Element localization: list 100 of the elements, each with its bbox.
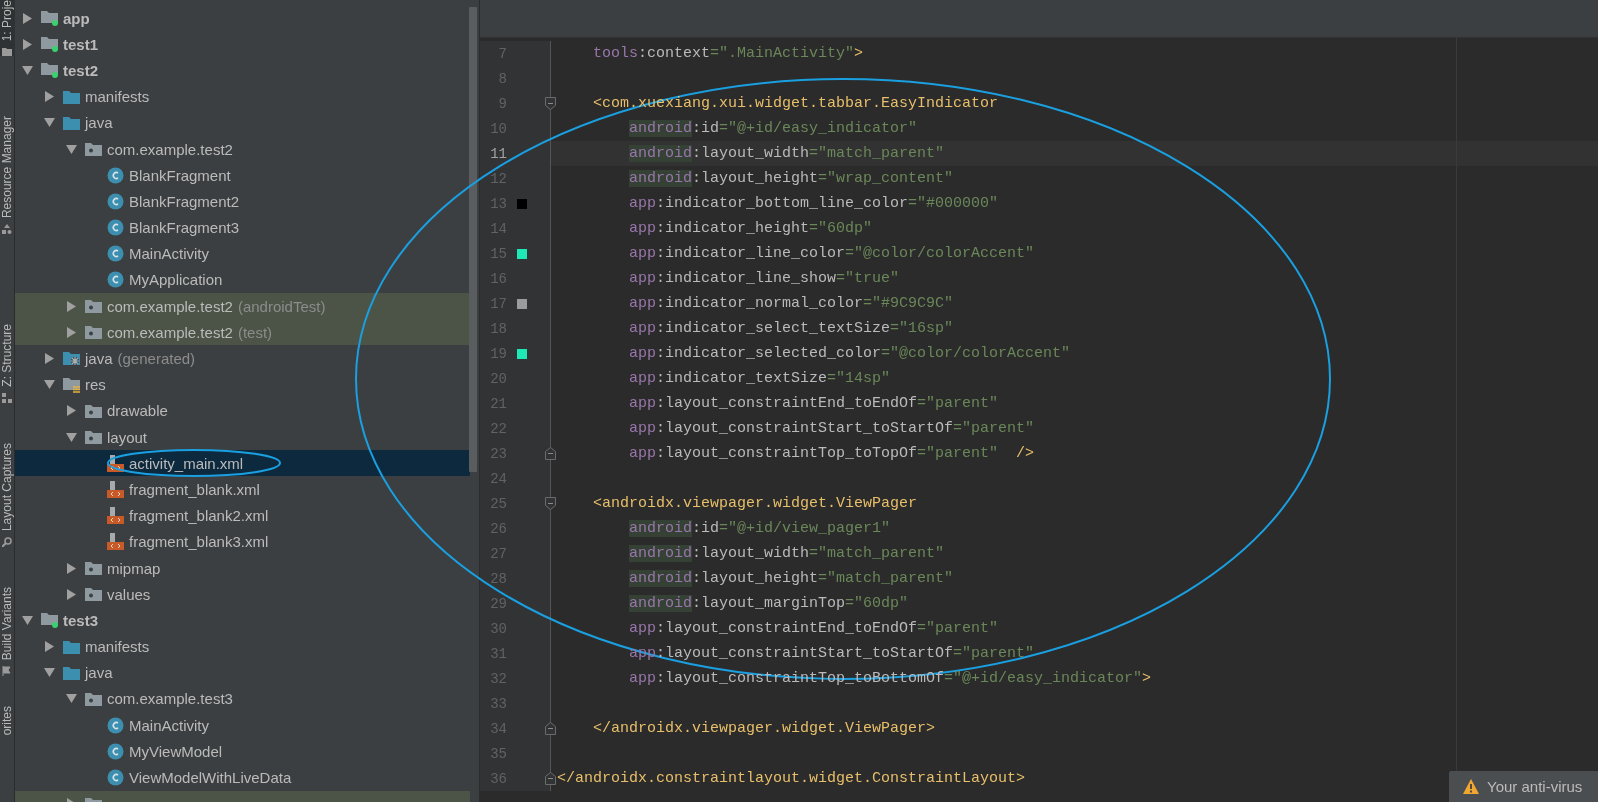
tree-item-label: java xyxy=(85,350,113,368)
class-icon xyxy=(107,769,124,787)
caret-down-icon[interactable] xyxy=(21,64,33,76)
caret-down-icon[interactable] xyxy=(65,431,77,443)
tree-row[interactable]: test1 xyxy=(15,31,470,58)
tool-window-tab[interactable]: Z: Structure xyxy=(0,324,15,404)
tree-row[interactable]: manifests xyxy=(15,83,470,110)
tree-row[interactable]: ViewModelWithLiveData xyxy=(15,764,470,791)
module-folder-icon xyxy=(41,36,58,53)
line-number: 11 xyxy=(489,145,507,162)
caret-right-icon[interactable] xyxy=(65,588,77,600)
class-icon xyxy=(107,192,124,210)
tree-row[interactable]: manifests xyxy=(15,633,470,660)
code-line: app:indicator_bottom_line_color="#000000" xyxy=(629,195,999,212)
tree-item-label: java xyxy=(85,664,113,682)
tree-item-label: com.example.test2 xyxy=(107,323,233,341)
code-line: app:indicator_height="60dp" xyxy=(629,220,873,237)
code-line: android:layout_height="wrap_content" xyxy=(629,170,954,187)
tree-item-label: test2 xyxy=(63,61,99,79)
color-swatch[interactable] xyxy=(517,298,527,309)
caret-down-icon[interactable] xyxy=(43,667,55,679)
code-line: app:indicator_line_show="true" xyxy=(629,270,900,287)
tree-item-label: app xyxy=(63,9,90,27)
tree-row[interactable]: BlankFragment2 xyxy=(15,188,470,215)
tool-window-tab[interactable]: 1: Proje xyxy=(0,0,15,57)
tree-row[interactable]: com.example.test2 (test) xyxy=(15,319,470,346)
tree-row[interactable]: MainActivity xyxy=(15,240,470,267)
tree-row[interactable]: values xyxy=(15,581,470,608)
tree-row[interactable]: app xyxy=(15,5,470,32)
tree-row[interactable]: test2 xyxy=(15,57,470,84)
fold-marker-icon[interactable] xyxy=(545,447,556,460)
color-swatch[interactable] xyxy=(517,248,527,259)
tree-item-label: BlankFragment3 xyxy=(129,219,240,237)
tree-row[interactable]: res xyxy=(15,371,470,398)
tree-row[interactable]: com.example.test2 (androidTest) xyxy=(15,293,470,320)
caret-down-icon[interactable] xyxy=(65,143,77,155)
caret-right-icon[interactable] xyxy=(65,326,77,338)
tree-row[interactable]: fragment_blank3.xml xyxy=(15,528,470,555)
tree-row[interactable]: com.example.test2 xyxy=(15,135,470,163)
tool-window-tab[interactable]: Build Variants xyxy=(0,587,15,677)
tree-item-label: test1 xyxy=(63,35,99,53)
tool-window-tab[interactable]: orites xyxy=(0,706,15,736)
tree-row[interactable]: fragment_blank2.xml xyxy=(15,502,470,529)
tree-item-label: fragment_blank2.xml xyxy=(129,507,269,525)
tree-row[interactable]: mipmap xyxy=(15,554,470,582)
tree-item-label: mipmap xyxy=(107,559,161,577)
caret-down-icon[interactable] xyxy=(21,614,33,626)
tree-item-note: (generated) xyxy=(117,350,196,368)
tree-item-note: (androidTest) xyxy=(237,297,326,315)
caret-down-icon[interactable] xyxy=(65,693,77,705)
caret-right-icon[interactable] xyxy=(65,300,77,312)
fold-marker-icon[interactable] xyxy=(545,722,556,735)
notification-balloon[interactable]: Your anti-virus xyxy=(1449,771,1598,802)
fold-marker-icon[interactable] xyxy=(545,97,556,110)
code-line: tools:context=".MainActivity"> xyxy=(593,45,864,62)
tree-row[interactable]: MyApplication xyxy=(15,266,470,294)
caret-down-icon[interactable] xyxy=(43,117,55,129)
tree-row[interactable]: test3 xyxy=(15,607,470,634)
code-line: <androidx.viewpager.widget.ViewPager xyxy=(593,495,918,512)
caret-right-icon[interactable] xyxy=(65,562,77,574)
tree-row[interactable]: java (generated) xyxy=(15,345,470,372)
tree-row[interactable]: fragment_blank.xml xyxy=(15,476,470,503)
code-line: app:indicator_select_textSize="16sp" xyxy=(629,320,954,337)
fold-marker-icon[interactable] xyxy=(545,497,556,510)
caret-down-icon[interactable] xyxy=(43,379,55,391)
notification-text: Your anti-virus xyxy=(1487,778,1583,795)
tree-row[interactable]: MainActivity xyxy=(15,712,470,739)
module-folder-icon xyxy=(41,62,58,79)
tree-row[interactable]: java xyxy=(15,109,470,136)
caret-right-icon[interactable] xyxy=(43,641,55,653)
tree-row[interactable]: com.example.test3 xyxy=(15,685,470,713)
tree-row[interactable]: BlankFragment xyxy=(15,162,470,189)
tree-row[interactable]: java xyxy=(15,659,470,686)
color-swatch[interactable] xyxy=(517,348,527,359)
caret-right-icon[interactable] xyxy=(65,405,77,417)
caret-right-icon[interactable] xyxy=(21,12,33,24)
layout-file-icon xyxy=(107,480,124,498)
tree-item-label: MainActivity xyxy=(129,245,210,263)
tree-item-label: fragment_blank.xml xyxy=(129,480,260,498)
tree-row[interactable]: layout xyxy=(15,424,470,451)
tree-item-label: res xyxy=(85,376,106,394)
tree-item-label: drawable xyxy=(107,402,168,420)
tree-row[interactable]: MyViewModel xyxy=(15,738,470,765)
tool-window-tab[interactable]: Layout Captures xyxy=(0,443,15,548)
tree-row[interactable]: BlankFragment3 xyxy=(15,214,470,241)
tree-item-label: test3 xyxy=(63,611,99,629)
tree-item-label: com.example.test3 xyxy=(107,690,233,708)
caret-right-icon[interactable] xyxy=(43,353,55,365)
scrollbar-thumb[interactable] xyxy=(469,7,477,472)
tree-row[interactable]: activity_main.xml xyxy=(15,450,470,477)
tree-item-label: java xyxy=(85,114,113,132)
tree-row[interactable]: drawable xyxy=(15,397,470,424)
generated-folder-icon xyxy=(63,351,80,367)
layout-file-icon xyxy=(107,533,124,551)
caret-right-icon[interactable] xyxy=(43,91,55,103)
fold-marker-icon[interactable] xyxy=(545,772,556,785)
color-swatch[interactable] xyxy=(517,198,527,209)
tool-window-tab[interactable]: Resource Manager xyxy=(0,116,15,235)
caret-right-icon[interactable] xyxy=(21,38,33,50)
tree-item-label: layout xyxy=(107,428,148,446)
